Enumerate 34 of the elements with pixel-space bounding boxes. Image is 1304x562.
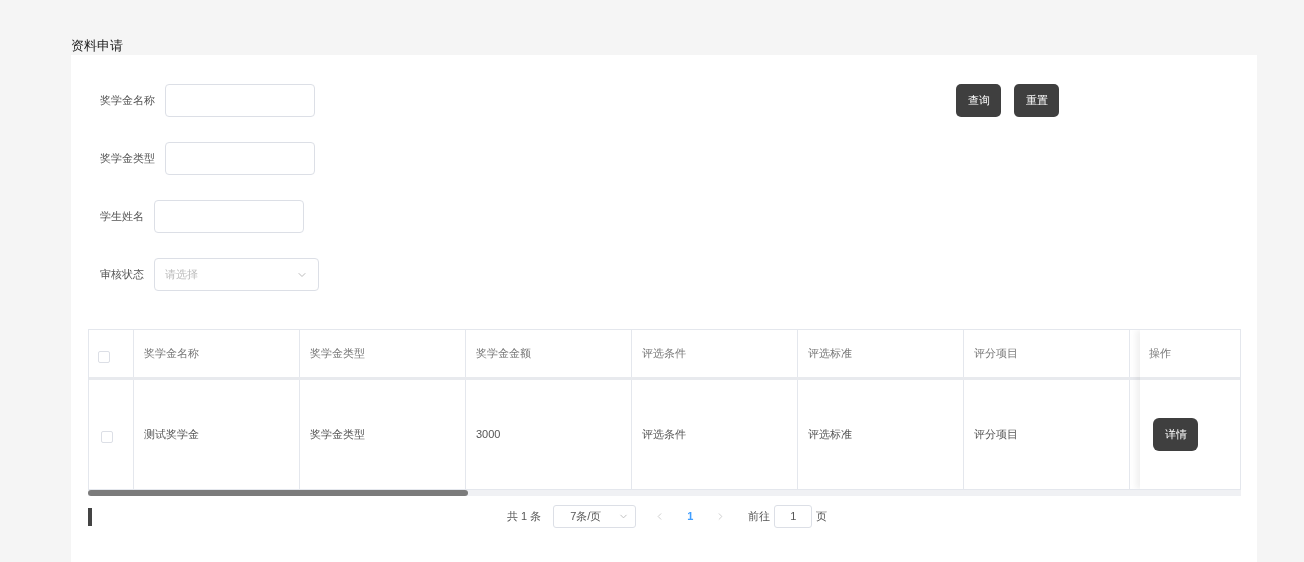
column-header: 奖学金名称 <box>144 346 199 362</box>
goto-label: 前往 <box>748 508 771 524</box>
scrollbar-thumb[interactable] <box>88 490 469 496</box>
column-header: 操作 <box>1149 346 1171 362</box>
goto-suffix: 页 <box>816 508 828 524</box>
page-size-select[interactable]: 7条/页 <box>553 504 637 528</box>
column-header: 评选条件 <box>642 346 686 362</box>
details-button[interactable]: 详情 <box>1153 418 1198 451</box>
table-cell-text: 3000 <box>476 427 501 443</box>
checkbox[interactable] <box>98 351 110 363</box>
column-header: 奖学金金额 <box>476 346 531 362</box>
page-input[interactable]: 1 <box>774 504 813 528</box>
table-cell-text: 测试奖学金 <box>144 427 199 443</box>
input-field[interactable] <box>154 200 304 233</box>
column-header: 评选标准 <box>808 346 852 362</box>
bar-mark-icon <box>88 508 92 526</box>
total-count: 共 1 条 <box>507 508 542 524</box>
page-title: 资料申请 <box>71 37 124 55</box>
select-placeholder: 请选择 <box>165 267 198 283</box>
action-button[interactable]: 查询 <box>956 84 1001 117</box>
table-cell-text: 评选标准 <box>808 427 852 443</box>
field-label: 奖学金类型 <box>100 151 155 167</box>
input-field[interactable] <box>165 84 315 117</box>
column-header: 奖学金类型 <box>310 346 365 362</box>
field-label: 学生姓名 <box>100 209 144 225</box>
checkbox[interactable] <box>101 431 113 443</box>
input-field[interactable] <box>165 142 315 175</box>
column-header: 评分项目 <box>974 346 1018 362</box>
action-button[interactable]: 重置 <box>1014 84 1059 117</box>
table-cell-text: 奖学金类型 <box>310 427 365 443</box>
table-cell-text: 评分项目 <box>974 427 1018 443</box>
field-label: 审核状态 <box>100 267 144 283</box>
field-label: 奖学金名称 <box>100 93 155 109</box>
table-cell-text: 评选条件 <box>642 427 686 443</box>
